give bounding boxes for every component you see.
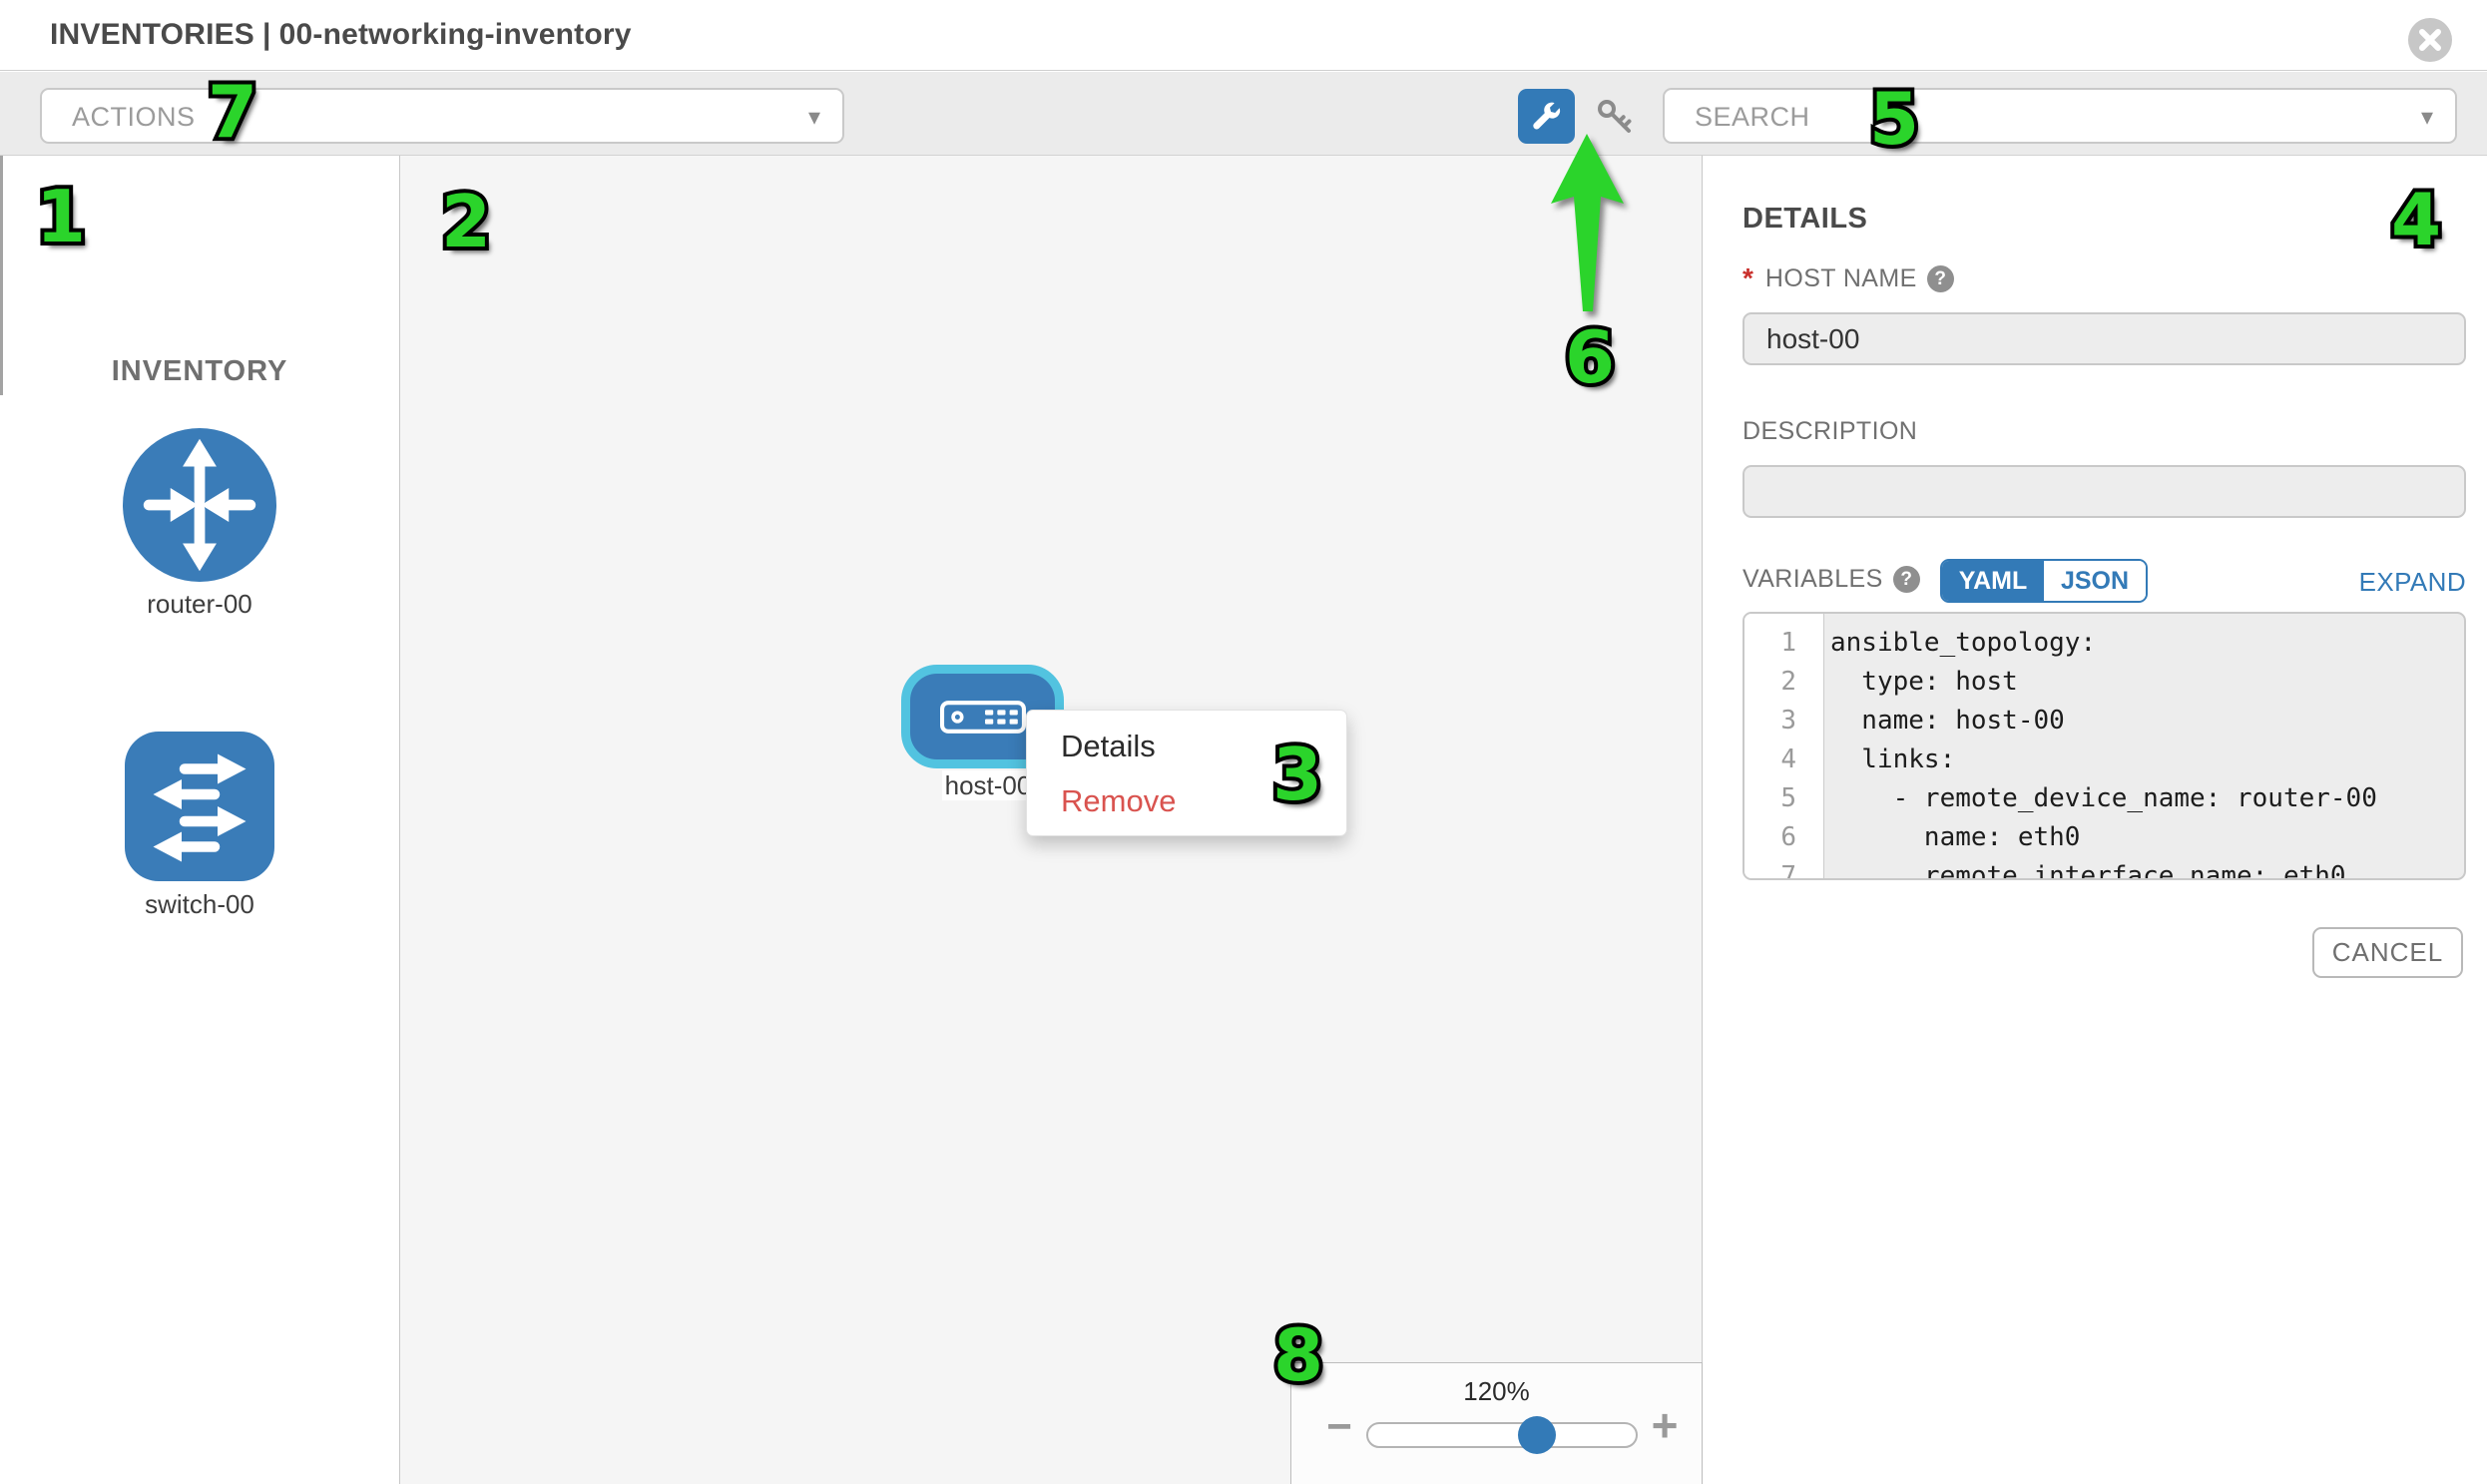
code-line-text: type: host <box>1810 663 2018 702</box>
code-line-text: name: eth0 <box>1810 818 2080 857</box>
search-dropdown-placeholder: SEARCH <box>1695 102 1810 133</box>
host-name-label: HOST NAME <box>1765 264 1917 293</box>
caret-down-icon: ▾ <box>2421 103 2433 132</box>
actions-dropdown-placeholder: ACTIONS <box>72 102 196 133</box>
canvas-node-host-label: host-00 <box>942 770 1034 800</box>
zoom-out-button[interactable]: − <box>1317 1405 1361 1449</box>
variables-format-toggle: YAML JSON <box>1940 559 2148 603</box>
description-label-row: DESCRIPTION <box>1742 417 1917 446</box>
code-line: 3 name: host-00 <box>1744 702 2464 741</box>
code-rows: 1 ansible_topology: 2 type: host 3 name:… <box>1744 624 2464 880</box>
sidebar-device-switch-label: switch-00 <box>0 889 399 920</box>
code-line: 2 type: host <box>1744 663 2464 702</box>
actions-dropdown[interactable]: ACTIONS ▾ <box>40 88 844 144</box>
code-line-text: ansible_topology: <box>1810 624 2096 663</box>
page-title: INVENTORIES|00-networking-inventory <box>50 18 640 52</box>
expand-link[interactable]: EXPAND <box>2146 567 2466 598</box>
zoom-slider-thumb[interactable] <box>1518 1416 1556 1454</box>
zoom-percent-value: 120% <box>1291 1376 1702 1407</box>
zoom-slider-track[interactable] <box>1366 1422 1638 1448</box>
zoom-control: 120% − + <box>1290 1362 1703 1484</box>
code-line-number: 2 <box>1744 663 1810 702</box>
context-menu-item-remove[interactable]: Remove <box>1027 773 1346 828</box>
router-icon <box>123 569 276 586</box>
code-line: 4 links: <box>1744 741 2464 779</box>
variables-label: VARIABLES <box>1742 565 1883 594</box>
inventory-sidebar: INVENTORY router-00 <box>0 156 399 1484</box>
code-line-number: 4 <box>1744 741 1810 779</box>
help-icon[interactable]: ? <box>1927 265 1954 292</box>
json-toggle-button[interactable]: JSON <box>2044 561 2146 601</box>
close-button[interactable] <box>2408 18 2452 62</box>
toolbox-button[interactable] <box>1518 89 1575 144</box>
inventory-topology-screen: INVENTORIES|00-networking-inventory ACTI… <box>0 0 2487 1484</box>
sidebar-edge-line <box>0 156 3 395</box>
node-context-menu: Details Remove <box>1026 710 1347 836</box>
code-line-text: remote_interface_name: eth0 <box>1810 857 2346 880</box>
zoom-in-button[interactable]: + <box>1643 1403 1687 1447</box>
page-title-section: INVENTORIES <box>50 18 254 51</box>
close-icon <box>2408 50 2452 65</box>
variables-label-row: VARIABLES ? <box>1742 565 1920 594</box>
variables-code-editor[interactable]: 1 ansible_topology: 2 type: host 3 name:… <box>1742 612 2466 880</box>
code-line-number: 3 <box>1744 702 1810 741</box>
page-title-name: 00-networking-inventory <box>279 18 632 51</box>
required-marker: * <box>1742 262 1753 294</box>
code-line: 6 name: eth0 <box>1744 818 2464 857</box>
code-line-text: - remote_device_name: router-00 <box>1810 779 2377 818</box>
caret-down-icon: ▾ <box>808 103 820 132</box>
sidebar-device-switch[interactable] <box>125 732 274 881</box>
code-line-text: name: host-00 <box>1810 702 2065 741</box>
key-icon <box>1595 125 1637 140</box>
cancel-button[interactable]: CANCEL <box>2312 927 2463 978</box>
switch-icon <box>125 868 274 885</box>
app-header: INVENTORIES|00-networking-inventory <box>0 0 2487 71</box>
sidebar-device-router-label: router-00 <box>0 589 399 620</box>
page-title-divider: | <box>262 18 271 51</box>
code-line: 5 - remote_device_name: router-00 <box>1744 779 2464 818</box>
context-menu-item-details[interactable]: Details <box>1027 719 1346 773</box>
code-line-number: 1 <box>1744 624 1810 663</box>
code-line: 7 remote_interface_name: eth0 <box>1744 857 2464 880</box>
inventory-heading: INVENTORY <box>0 355 399 388</box>
code-line-number: 6 <box>1744 818 1810 857</box>
code-line-text: links: <box>1810 741 1955 779</box>
host-name-field[interactable] <box>1742 312 2466 365</box>
sidebar-device-router[interactable] <box>123 428 276 582</box>
search-dropdown[interactable]: SEARCH ▾ <box>1663 88 2457 144</box>
key-button[interactable] <box>1593 97 1639 139</box>
code-line: 1 ansible_topology: <box>1744 624 2464 663</box>
host-name-label-row: * HOST NAME ? <box>1742 262 1954 294</box>
help-icon[interactable]: ? <box>1893 566 1920 593</box>
description-label: DESCRIPTION <box>1742 417 1917 446</box>
code-line-number: 7 <box>1744 857 1810 880</box>
description-field[interactable] <box>1742 465 2466 518</box>
details-heading: DETAILS <box>1742 203 1867 236</box>
yaml-toggle-button[interactable]: YAML <box>1942 561 2044 601</box>
code-line-number: 5 <box>1744 779 1810 818</box>
